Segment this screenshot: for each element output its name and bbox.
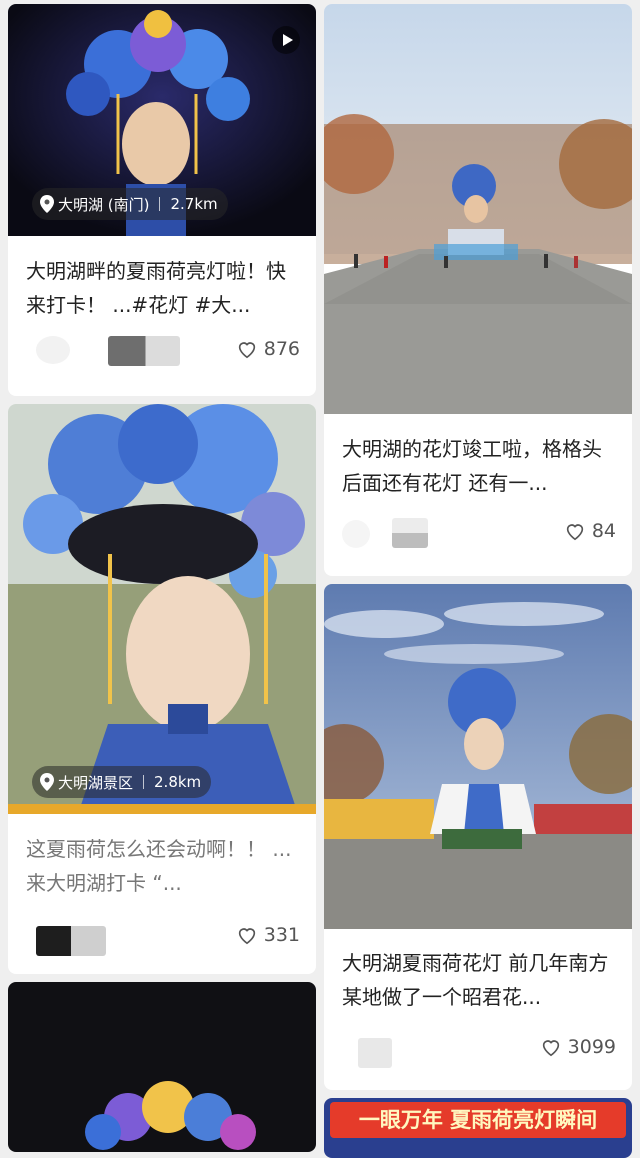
like-button[interactable]: 876 [236,338,300,360]
feed-card[interactable]: 大明湖景区 2.8km 这夏雨荷怎么还会动啊！！ ...来大明湖打卡 “... … [8,404,316,974]
avatar[interactable] [342,520,370,548]
cover-image[interactable] [324,584,632,929]
divider [159,197,161,211]
cover-image[interactable] [8,982,316,1152]
cover-image[interactable] [324,4,632,414]
feed-card[interactable]: 大明湖 (南门) 2.7km 大明湖畔的夏雨荷亮灯啦！快来打卡！ ...#花灯 … [8,4,316,396]
cover-image[interactable]: 大明湖景区 2.8km [8,404,316,814]
author-name[interactable] [36,926,106,956]
like-button[interactable]: 3099 [540,1036,616,1058]
location-distance: 2.8km [154,773,202,791]
post-title[interactable]: 大明湖夏雨荷花灯 前几年南方某地做了一个昭君花... [342,946,618,1014]
like-count: 3099 [567,1036,616,1058]
location-tag[interactable]: 大明湖景区 2.8km [32,766,212,798]
location-pin-icon [40,773,54,791]
cover-image[interactable]: 一眼万年 夏雨荷亮灯瞬间 [324,1098,632,1158]
feed-card[interactable] [8,982,316,1152]
location-distance: 2.7km [170,195,218,213]
post-title[interactable]: 大明湖畔的夏雨荷亮灯啦！快来打卡！ ...#花灯 #大... [26,254,302,322]
author-name[interactable] [108,336,180,366]
feed-card[interactable]: 一眼万年 夏雨荷亮灯瞬间 [324,1098,632,1158]
heart-icon [238,342,255,359]
cover-banner-text: 一眼万年 夏雨荷亮灯瞬间 [330,1102,626,1138]
feed-card[interactable]: 大明湖夏雨荷花灯 前几年南方某地做了一个昭君花... 3099 [324,584,632,1090]
play-icon[interactable] [272,26,300,54]
avatar[interactable] [36,336,70,364]
heart-icon [542,1040,559,1057]
location-pin-icon [40,195,54,213]
divider [143,775,145,789]
location-name: 大明湖 (南门) [58,195,150,214]
like-count: 876 [263,338,300,360]
location-name: 大明湖景区 [58,773,134,792]
heart-icon [566,524,583,541]
like-count: 84 [591,520,616,542]
feed-card[interactable]: 大明湖的花灯竣工啦，格格头后面还有花灯 还有一... 84 [324,4,632,576]
like-count: 331 [263,924,300,946]
author-name[interactable] [358,1038,392,1068]
post-title[interactable]: 这夏雨荷怎么还会动啊！！ ...来大明湖打卡 “... [26,832,302,900]
location-tag[interactable]: 大明湖 (南门) 2.7km [32,188,228,220]
cover-image[interactable]: 大明湖 (南门) 2.7km [8,4,316,236]
like-button[interactable]: 331 [236,924,300,946]
author-name[interactable] [392,518,428,548]
heart-icon [238,928,255,945]
like-button[interactable]: 84 [564,520,616,542]
post-title[interactable]: 大明湖的花灯竣工啦，格格头后面还有花灯 还有一... [342,432,618,500]
